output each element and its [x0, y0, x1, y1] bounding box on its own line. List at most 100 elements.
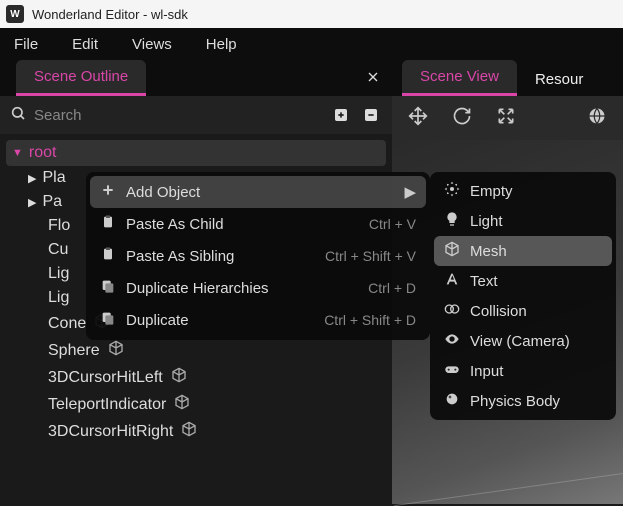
- tree-label: 3DCursorHitLeft: [48, 369, 163, 387]
- search-icon: [10, 105, 26, 126]
- tree-label: Sphere: [48, 342, 100, 360]
- copy-icon: [100, 278, 120, 298]
- search-input[interactable]: [34, 107, 322, 124]
- tree-item[interactable]: 3DCursorHitLeft: [0, 364, 392, 391]
- tab-resources[interactable]: Resour: [517, 63, 601, 96]
- ctx-shortcut: Ctrl + V: [369, 216, 416, 232]
- ctx-label: Paste As Sibling: [126, 248, 325, 265]
- ctx-shortcut: Ctrl + D: [368, 280, 416, 296]
- tree-label: Lig: [48, 265, 69, 283]
- right-tab-strip: Scene View Resour: [392, 60, 623, 96]
- tree-label: Flo: [48, 217, 70, 235]
- ctx-label: Duplicate: [126, 312, 324, 329]
- tab-label: Resour: [535, 71, 583, 88]
- cube-icon: [444, 241, 462, 261]
- tree-item[interactable]: 3DCursorHitRight: [0, 418, 392, 445]
- sub-label: Collision: [470, 303, 527, 320]
- cube-icon: [181, 421, 197, 442]
- sub-input[interactable]: Input: [434, 356, 612, 386]
- title-bar: W Wonderland Editor - wl-sdk: [0, 0, 623, 28]
- refresh-icon: [452, 106, 472, 126]
- text-icon: [444, 271, 462, 291]
- app-icon: W: [6, 5, 24, 23]
- tree-label: root: [29, 144, 57, 162]
- sub-label: Light: [470, 213, 503, 230]
- cube-icon: [108, 340, 124, 361]
- sub-view-camera[interactable]: View (Camera): [434, 326, 612, 356]
- copy-icon: [100, 310, 120, 330]
- physics-icon: [444, 391, 462, 411]
- left-tab-strip: Scene Outline: [0, 60, 392, 96]
- sub-light[interactable]: Light: [434, 206, 612, 236]
- close-icon: [365, 69, 381, 85]
- sub-label: Physics Body: [470, 393, 560, 410]
- cube-icon: [174, 394, 190, 415]
- expand-icon: [496, 106, 516, 126]
- sub-mesh[interactable]: Mesh: [434, 236, 612, 266]
- ctx-label: Add Object: [126, 184, 404, 201]
- window-title: Wonderland Editor - wl-sdk: [32, 7, 188, 22]
- cube-icon: [171, 367, 187, 388]
- sub-label: Input: [470, 363, 503, 380]
- sub-label: Mesh: [470, 243, 507, 260]
- tab-label: Scene View: [420, 68, 499, 85]
- tab-scene-outline[interactable]: Scene Outline: [16, 60, 146, 96]
- floor-grid-line: [394, 473, 623, 506]
- tree-root[interactable]: ▼ root: [6, 140, 386, 166]
- viewport-toolbar: [392, 96, 623, 141]
- sub-label: Text: [470, 273, 498, 290]
- globe-tool[interactable]: [587, 106, 607, 131]
- tree-label: Cone: [48, 315, 86, 333]
- collision-icon: [444, 301, 462, 321]
- move-icon: [408, 106, 428, 126]
- add-object-submenu: Empty Light Mesh Text Collision View (Ca…: [430, 172, 616, 420]
- bulb-icon: [444, 211, 462, 231]
- tree-item[interactable]: TeleportIndicator: [0, 391, 392, 418]
- chevron-right-icon: ▶: [28, 172, 36, 185]
- sub-physics-body[interactable]: Physics Body: [434, 386, 612, 416]
- sub-collision[interactable]: Collision: [434, 296, 612, 326]
- tree-label: 3DCursorHitRight: [48, 423, 173, 441]
- menu-bar: File Edit Views Help: [0, 28, 623, 60]
- gear-icon: [444, 181, 462, 201]
- minus-square-icon: [363, 107, 379, 123]
- sub-text[interactable]: Text: [434, 266, 612, 296]
- plus-square-icon: [333, 107, 349, 123]
- tree-label: Pa: [42, 193, 62, 211]
- sub-label: View (Camera): [470, 333, 570, 350]
- tree-label: Cu: [48, 241, 68, 259]
- menu-help[interactable]: Help: [198, 32, 245, 57]
- plus-icon: [100, 182, 120, 202]
- tree-label: Lig: [48, 289, 69, 307]
- chevron-down-icon: ▼: [12, 147, 23, 159]
- menu-edit[interactable]: Edit: [64, 32, 106, 57]
- ctx-paste-as-sibling[interactable]: Paste As Sibling Ctrl + Shift + V: [90, 240, 426, 272]
- tree-item[interactable]: Sphere: [0, 337, 392, 364]
- add-button[interactable]: [330, 104, 352, 126]
- search-row: [0, 96, 392, 134]
- refresh-tool[interactable]: [452, 106, 472, 131]
- ctx-label: Duplicate Hierarchies: [126, 280, 368, 297]
- ctx-add-object[interactable]: Add Object ▶: [90, 176, 426, 208]
- gamepad-icon: [444, 361, 462, 381]
- sub-label: Empty: [470, 183, 513, 200]
- tab-label: Scene Outline: [34, 68, 128, 85]
- sub-empty[interactable]: Empty: [434, 176, 612, 206]
- menu-file[interactable]: File: [6, 32, 46, 57]
- remove-button[interactable]: [360, 104, 382, 126]
- expand-tool[interactable]: [496, 106, 516, 131]
- close-tab-button[interactable]: [362, 66, 384, 88]
- ctx-shortcut: Ctrl + Shift + V: [325, 248, 416, 264]
- context-menu: Add Object ▶ Paste As Child Ctrl + V Pas…: [86, 172, 430, 340]
- ctx-shortcut: Ctrl + Shift + D: [324, 312, 416, 328]
- paste-icon: [100, 214, 120, 234]
- ctx-duplicate-hierarchies[interactable]: Duplicate Hierarchies Ctrl + D: [90, 272, 426, 304]
- tree-label: Pla: [42, 169, 65, 187]
- tab-scene-view[interactable]: Scene View: [402, 60, 517, 96]
- menu-views[interactable]: Views: [124, 32, 180, 57]
- ctx-label: Paste As Child: [126, 216, 369, 233]
- move-tool[interactable]: [408, 106, 428, 131]
- eye-icon: [444, 331, 462, 351]
- ctx-paste-as-child[interactable]: Paste As Child Ctrl + V: [90, 208, 426, 240]
- ctx-duplicate[interactable]: Duplicate Ctrl + Shift + D: [90, 304, 426, 336]
